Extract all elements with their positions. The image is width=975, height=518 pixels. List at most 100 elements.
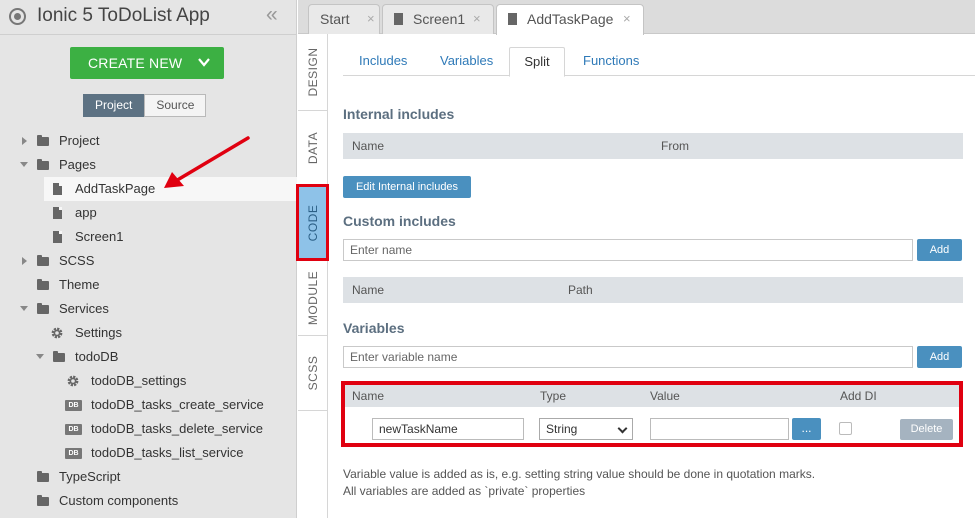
- add-include-button[interactable]: Add: [917, 239, 962, 261]
- tab-label: AddTaskPage: [527, 11, 614, 27]
- tree-item-app[interactable]: app: [0, 201, 297, 225]
- variables-title: Variables: [343, 320, 405, 336]
- collapse-arrow-icon[interactable]: [20, 306, 28, 311]
- tab-addtaskpage[interactable]: AddTaskPage ×: [496, 4, 644, 35]
- tree-item-label: app: [75, 205, 97, 220]
- tree-item-label: AddTaskPage: [75, 181, 156, 196]
- chevron-down-icon[interactable]: [198, 56, 210, 68]
- custom-includes-header: Name Path: [343, 277, 963, 303]
- file-icon: [53, 231, 62, 243]
- tab-label: Screen1: [413, 11, 466, 27]
- collapse-sidebar-icon[interactable]: «: [266, 3, 278, 27]
- side-tab-module[interactable]: MODULE: [298, 261, 328, 336]
- code-sub-tabs: Includes Variables Split Functions: [343, 47, 975, 77]
- tree-item-label: todoDB: [75, 349, 119, 364]
- custom-include-name-input[interactable]: Enter name: [343, 239, 913, 261]
- divider: [0, 34, 297, 35]
- database-icon: DB: [65, 400, 82, 411]
- subtab-variables[interactable]: Variables: [440, 47, 493, 76]
- tab-screen1[interactable]: Screen1 ×: [382, 4, 494, 34]
- add-variable-button[interactable]: Add: [917, 346, 962, 368]
- tree-item-theme[interactable]: Theme: [0, 273, 297, 297]
- folder-icon: [37, 255, 49, 266]
- tree-item-typescript[interactable]: TypeScript: [0, 465, 297, 489]
- annotation-arrow-icon: [164, 136, 250, 188]
- app-header: Ionic 5 ToDoList App «: [0, 0, 297, 34]
- folder-icon: [37, 159, 49, 170]
- tree-item-label: TypeScript: [59, 469, 121, 484]
- tree-item-label: todoDB_settings: [91, 373, 187, 388]
- code-editor-panel: Includes Variables Split Functions Inter…: [329, 35, 975, 518]
- variable-name-input[interactable]: Enter variable name: [343, 346, 913, 368]
- tree-item-screen1[interactable]: Screen1: [0, 225, 297, 249]
- column-path: Path: [568, 283, 593, 297]
- tab-source[interactable]: Source: [144, 94, 207, 117]
- subtab-includes[interactable]: Includes: [359, 47, 407, 76]
- tree-item-list-service[interactable]: DB todoDB_tasks_list_service: [0, 441, 297, 465]
- file-icon: [508, 13, 517, 25]
- create-new-button[interactable]: CREATE NEW: [70, 47, 224, 79]
- close-icon[interactable]: ×: [367, 11, 375, 26]
- database-icon: DB: [65, 424, 82, 435]
- tree-item-settings[interactable]: Settings: [0, 321, 297, 345]
- tree-item-label: Pages: [59, 157, 96, 172]
- code-tab-highlight: [296, 184, 329, 261]
- folder-icon: [37, 495, 49, 506]
- side-tab-label: MODULE: [306, 270, 320, 326]
- gear-icon: [51, 327, 63, 339]
- variables-note-line-1: Variable value is added as is, e.g. sett…: [343, 467, 816, 481]
- custom-includes-title: Custom includes: [343, 213, 456, 229]
- close-icon[interactable]: ×: [623, 11, 631, 26]
- tab-label: Start: [320, 11, 350, 27]
- tree-item-label: Custom components: [59, 493, 179, 508]
- folder-icon: [37, 303, 49, 314]
- editor-side-tabs: DESIGN DATA CODE MODULE SCSS: [298, 34, 328, 518]
- side-tab-design[interactable]: DESIGN: [298, 34, 328, 111]
- tree-item-tododb-settings[interactable]: todoDB_settings: [0, 369, 297, 393]
- internal-includes-header: Name From: [343, 133, 963, 159]
- column-name: Name: [352, 139, 385, 153]
- subtab-functions[interactable]: Functions: [583, 47, 639, 76]
- folder-icon: [37, 471, 49, 482]
- database-icon: DB: [65, 448, 82, 459]
- expand-arrow-icon[interactable]: [22, 257, 27, 265]
- tree-item-label: SCSS: [59, 253, 95, 268]
- tree-item-custom-components[interactable]: Custom components: [0, 489, 297, 513]
- column-name: Name: [352, 283, 385, 297]
- tree-item-label: todoDB_tasks_list_service: [91, 445, 244, 460]
- side-tab-label: SCSS: [306, 355, 320, 391]
- gear-icon: [67, 375, 79, 387]
- project-sidebar: Ionic 5 ToDoList App « CREATE NEW Projec…: [0, 0, 297, 518]
- project-source-toggle: Project Source: [83, 94, 207, 117]
- expand-arrow-icon[interactable]: [22, 137, 27, 145]
- file-icon: [53, 207, 62, 219]
- side-tab-label: DESIGN: [306, 47, 320, 97]
- tree-item-services[interactable]: Services: [0, 297, 297, 321]
- tree-item-tododb[interactable]: todoDB: [0, 345, 297, 369]
- variables-note-line-2: All variables are added as `private` pro…: [343, 484, 586, 498]
- tree-item-label: todoDB_tasks_delete_service: [91, 421, 263, 436]
- tree-item-label: Screen1: [75, 229, 124, 244]
- column-from: From: [661, 139, 689, 153]
- tree-item-delete-service[interactable]: DB todoDB_tasks_delete_service: [0, 417, 297, 441]
- close-icon[interactable]: ×: [473, 11, 481, 26]
- folder-icon: [37, 279, 49, 290]
- tree-item-scss[interactable]: SCSS: [0, 249, 297, 273]
- tab-start[interactable]: Start ×: [308, 4, 380, 34]
- side-tab-scss[interactable]: SCSS: [298, 336, 328, 411]
- side-tab-label: DATA: [306, 131, 320, 165]
- collapse-arrow-icon[interactable]: [20, 162, 28, 167]
- tree-item-create-service[interactable]: DB todoDB_tasks_create_service: [0, 393, 297, 417]
- folder-icon: [53, 351, 65, 362]
- app-title: Ionic 5 ToDoList App: [37, 5, 210, 26]
- file-icon: [53, 183, 62, 195]
- tree-item-label: Theme: [59, 277, 100, 292]
- collapse-arrow-icon[interactable]: [36, 354, 44, 359]
- edit-internal-includes-button[interactable]: Edit Internal includes: [343, 176, 471, 198]
- create-new-label: CREATE NEW: [88, 55, 183, 71]
- subtab-split[interactable]: Split: [509, 47, 565, 77]
- folder-icon: [37, 135, 49, 146]
- tab-project[interactable]: Project: [83, 94, 145, 117]
- side-tab-data[interactable]: DATA: [298, 111, 328, 186]
- tree-item-label: todoDB_tasks_create_service: [91, 397, 264, 412]
